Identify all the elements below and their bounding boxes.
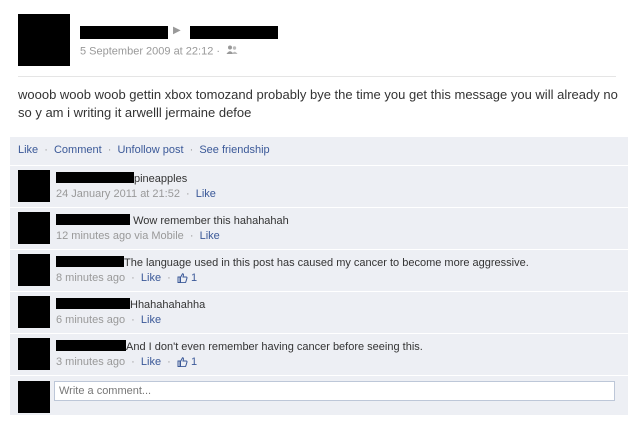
comment-item: And I don't even remember having cancer … [10,333,628,375]
separator: · [189,230,194,242]
write-comment-input[interactable] [54,381,615,401]
see-friendship-link[interactable]: See friendship [199,144,269,156]
commenter-avatar-redacted[interactable] [18,338,50,370]
separator: · [44,144,48,156]
comment-like-link[interactable]: Like [141,356,161,368]
comment-like-count[interactable]: 1 [191,356,197,368]
comment-text: Hhahahahahha [130,299,206,311]
comment-text: The language used in this post has cause… [124,257,529,269]
post-action-bar: Like · Comment · Unfollow post · See fri… [10,137,628,165]
separator: · [131,356,135,368]
write-comment-row [10,375,628,415]
comment-time[interactable]: 24 January 2011 at 21:52 [56,188,180,200]
viewer-avatar-redacted [18,381,50,413]
commenter-name-redacted[interactable] [56,298,130,309]
comment-text: Wow remember this hahahahah [133,215,289,227]
comment-list: pineapples 24 January 2011 at 21:52 · Li… [10,165,628,415]
like-post-link[interactable]: Like [18,144,38,156]
commenter-name-redacted[interactable] [56,172,134,183]
comment-time[interactable]: 6 minutes ago [56,314,125,326]
commenter-name-redacted[interactable] [56,340,126,351]
separator: · [167,272,171,284]
commenter-name-redacted[interactable] [56,214,130,225]
comment-item: The language used in this post has cause… [10,249,628,291]
thumbs-up-icon[interactable] [177,273,188,286]
comment-link[interactable]: Comment [54,144,102,156]
comment-item: Wow remember this hahahahah 12 minutes a… [10,207,628,249]
comment-like-link[interactable]: Like [196,188,216,200]
comment-text: And I don't even remember having cancer … [126,341,423,353]
comment-via[interactable]: via Mobile [134,230,184,242]
comment-like-link[interactable]: Like [200,230,220,242]
comment-time[interactable]: 8 minutes ago [56,272,125,284]
comment-time[interactable]: 12 minutes ago [56,230,131,242]
comment-item: Hhahahahahha 6 minutes ago · Like [10,291,628,333]
commenter-avatar-redacted[interactable] [18,170,50,202]
commenter-avatar-redacted[interactable] [18,296,50,328]
friends-audience-icon[interactable] [226,45,238,58]
comment-time[interactable]: 3 minutes ago [56,356,125,368]
separator: · [186,188,190,200]
separator: · [107,144,112,156]
post-timestamp[interactable]: 5 September 2009 at 22:12 [80,45,213,57]
comment-like-link[interactable]: Like [141,314,161,326]
commenter-name-redacted[interactable] [56,256,124,267]
poster-avatar-redacted[interactable] [18,14,70,66]
post-header: ▶ 5 September 2009 at 22:12 · [18,14,618,66]
meta-separator: · [216,45,221,58]
comment-like-link[interactable]: Like [141,272,161,284]
comment-like-count[interactable]: 1 [191,272,197,284]
comment-item: pineapples 24 January 2011 at 21:52 · Li… [10,165,628,207]
separator: · [167,356,171,368]
separator: · [189,144,194,156]
post-meta: 5 September 2009 at 22:12 · [80,45,238,58]
commenter-avatar-redacted[interactable] [18,212,50,244]
unfollow-post-link[interactable]: Unfollow post [117,144,183,156]
separator: · [131,314,135,326]
comment-text: pineapples [134,173,188,185]
arrow-right-icon: ▶ [173,25,181,36]
thumbs-up-icon[interactable] [177,357,188,370]
separator: · [131,272,135,284]
poster-name-redacted[interactable] [80,26,168,39]
recipient-name-redacted[interactable] [190,26,278,39]
commenter-avatar-redacted[interactable] [18,254,50,286]
divider [18,76,616,77]
post-body: wooob woob woob gettin xbox tomozand pro… [18,87,618,120]
